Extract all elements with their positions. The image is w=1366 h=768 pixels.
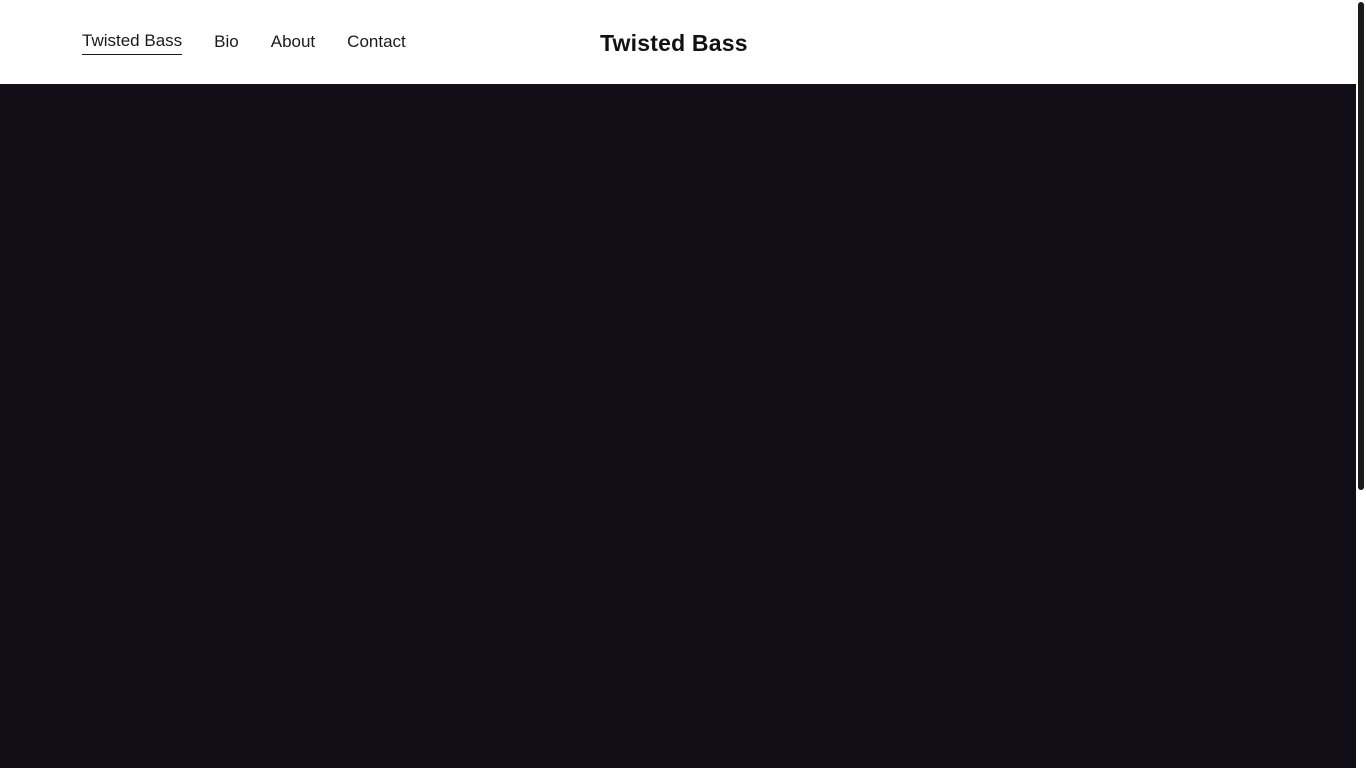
- scrollbar-thumb[interactable]: [1358, 2, 1364, 490]
- nav-link-about[interactable]: About: [271, 30, 315, 55]
- site-header: Twisted Bass Bio About Contact Twisted B…: [0, 0, 1356, 84]
- nav-link-contact[interactable]: Contact: [347, 30, 406, 55]
- site-title[interactable]: Twisted Bass: [600, 28, 748, 58]
- page: Twisted Bass Bio About Contact Twisted B…: [0, 0, 1366, 768]
- scrollbar[interactable]: [1356, 0, 1366, 768]
- nav-link-twisted-bass[interactable]: Twisted Bass: [82, 29, 183, 55]
- main-nav: Twisted Bass Bio About Contact: [82, 29, 406, 55]
- hero-section: [0, 84, 1356, 768]
- nav-link-bio[interactable]: Bio: [214, 30, 239, 55]
